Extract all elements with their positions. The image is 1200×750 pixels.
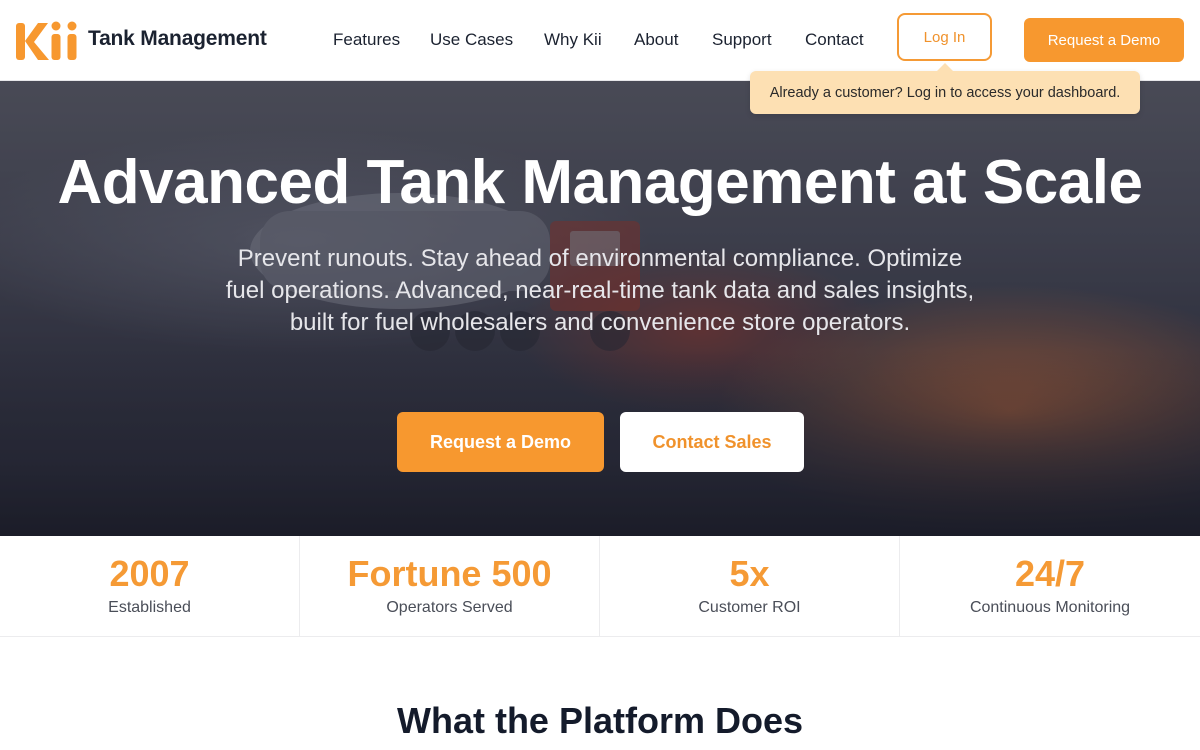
nav-features[interactable]: Features <box>333 30 400 50</box>
nav-about[interactable]: About <box>634 30 678 50</box>
request-demo-button-header[interactable]: Request a Demo <box>1024 18 1184 62</box>
request-demo-button[interactable]: Request a Demo <box>397 412 604 472</box>
stat-label: Established <box>108 599 191 616</box>
stat-established: 2007 Established <box>0 536 300 636</box>
kii-logo[interactable] <box>16 19 80 61</box>
stat-roi: 5x Customer ROI <box>600 536 900 636</box>
stat-operators: Fortune 500 Operators Served <box>300 536 600 636</box>
login-tooltip: Already a customer? Log in to access you… <box>750 63 1140 114</box>
nav-use-cases[interactable]: Use Cases <box>430 30 513 50</box>
stat-label: Operators Served <box>386 599 513 616</box>
stat-value: 5x <box>729 553 770 594</box>
tooltip-arrow <box>937 63 953 71</box>
stat-value: Fortune 500 <box>347 553 552 594</box>
site-header: Tank Management Features Use Cases Why K… <box>0 0 1200 81</box>
stat-label: Continuous Monitoring <box>969 599 1131 616</box>
section-title: What the Platform Does <box>396 700 804 741</box>
login-tooltip-text: Already a customer? Log in to access you… <box>769 84 1121 101</box>
brand-name[interactable]: Tank Management <box>88 27 267 51</box>
nav-why-kii[interactable]: Why Kii <box>544 30 602 50</box>
stat-monitoring: 24/7 Continuous Monitoring <box>900 536 1200 636</box>
hero-section: Advanced Tank Management at Scale Preven… <box>0 81 1200 536</box>
contact-sales-button[interactable]: Contact Sales <box>620 412 804 472</box>
stat-value: 24/7 <box>1014 553 1086 594</box>
kii-logo-mark <box>16 21 77 60</box>
stats-bar: 2007 Established Fortune 500 Operators S… <box>0 536 1200 637</box>
nav-contact[interactable]: Contact <box>805 30 864 50</box>
hero-title: Advanced Tank Management at Scale <box>57 148 1143 217</box>
nav-support[interactable]: Support <box>712 30 772 50</box>
hero-subtitle: Prevent runouts. Stay ahead of environme… <box>225 245 975 336</box>
stat-value: 2007 <box>109 553 190 594</box>
login-button[interactable]: Log In <box>897 13 992 61</box>
stat-label: Customer ROI <box>698 599 801 616</box>
